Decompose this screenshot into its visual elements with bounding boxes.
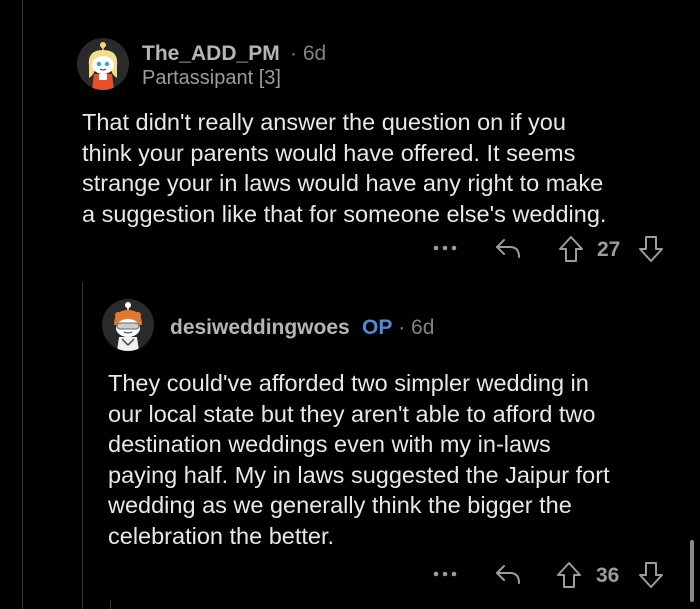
avatar[interactable] [102, 299, 154, 351]
comment-line: a suggestion like that for someone else'… [82, 200, 607, 227]
more-options-icon [433, 245, 457, 251]
comment-line: wedding as we generally think the bigger… [108, 492, 572, 518]
comment-line: paying half. My in laws suggested the Ja… [108, 461, 610, 488]
comment-line: think your parents would have offered. I… [82, 139, 576, 166]
username[interactable]: The_ADD_PM [142, 42, 280, 66]
comment-body: They could've afforded two simpler weddi… [108, 368, 688, 551]
reply-icon [496, 239, 520, 258]
comment-line: our local state but they aren't able to … [108, 400, 596, 427]
downvote-button[interactable] [636, 560, 666, 590]
avatar[interactable] [77, 38, 129, 90]
more-options-button[interactable] [430, 562, 460, 586]
reply-button[interactable] [492, 234, 524, 264]
timestamp: · 6d [290, 42, 326, 66]
thread-line-root [22, 0, 23, 609]
more-options-button[interactable] [430, 236, 460, 260]
more-options-icon [433, 571, 457, 577]
upvote-icon [559, 236, 583, 262]
comment-line: They could've afforded two simpler weddi… [108, 370, 589, 396]
comment-line: That didn't really answer the question o… [82, 109, 566, 135]
downvote-icon [639, 562, 663, 588]
username-text: desiweddingwoes [170, 316, 350, 339]
vote-count: 27 [597, 238, 621, 261]
downvote-button[interactable] [636, 234, 666, 264]
downvote-icon [639, 236, 663, 262]
comment-line: strange your in laws would have any righ… [82, 170, 604, 196]
upvote-icon [557, 562, 581, 588]
vote-count: 36 [596, 564, 620, 587]
thread-line-child [82, 282, 83, 609]
age: 6d [411, 316, 435, 339]
user-flair: Partassipant [3] [142, 67, 281, 89]
upvote-button[interactable] [554, 560, 584, 590]
username[interactable]: desiweddingwoes [170, 316, 350, 340]
scrollbar[interactable] [690, 540, 694, 602]
blonde-girl-avatar-icon [77, 38, 129, 90]
reply-button[interactable] [492, 560, 524, 590]
separator: · [398, 316, 406, 339]
thread-line-grandchild [110, 600, 111, 609]
reply-icon [496, 565, 520, 584]
upvote-button[interactable] [556, 234, 586, 264]
comment-line: celebration the better. [108, 522, 335, 549]
op-badge: OP [362, 316, 393, 339]
age: 6d [302, 42, 327, 65]
separator: · [290, 42, 297, 65]
orange-hair-avatar-icon [102, 299, 154, 351]
comment-body: That didn't really answer the question o… [82, 107, 682, 229]
timestamp: OP · 6d [362, 316, 434, 340]
comment-line: destination weddings even with my in-law… [108, 431, 551, 457]
